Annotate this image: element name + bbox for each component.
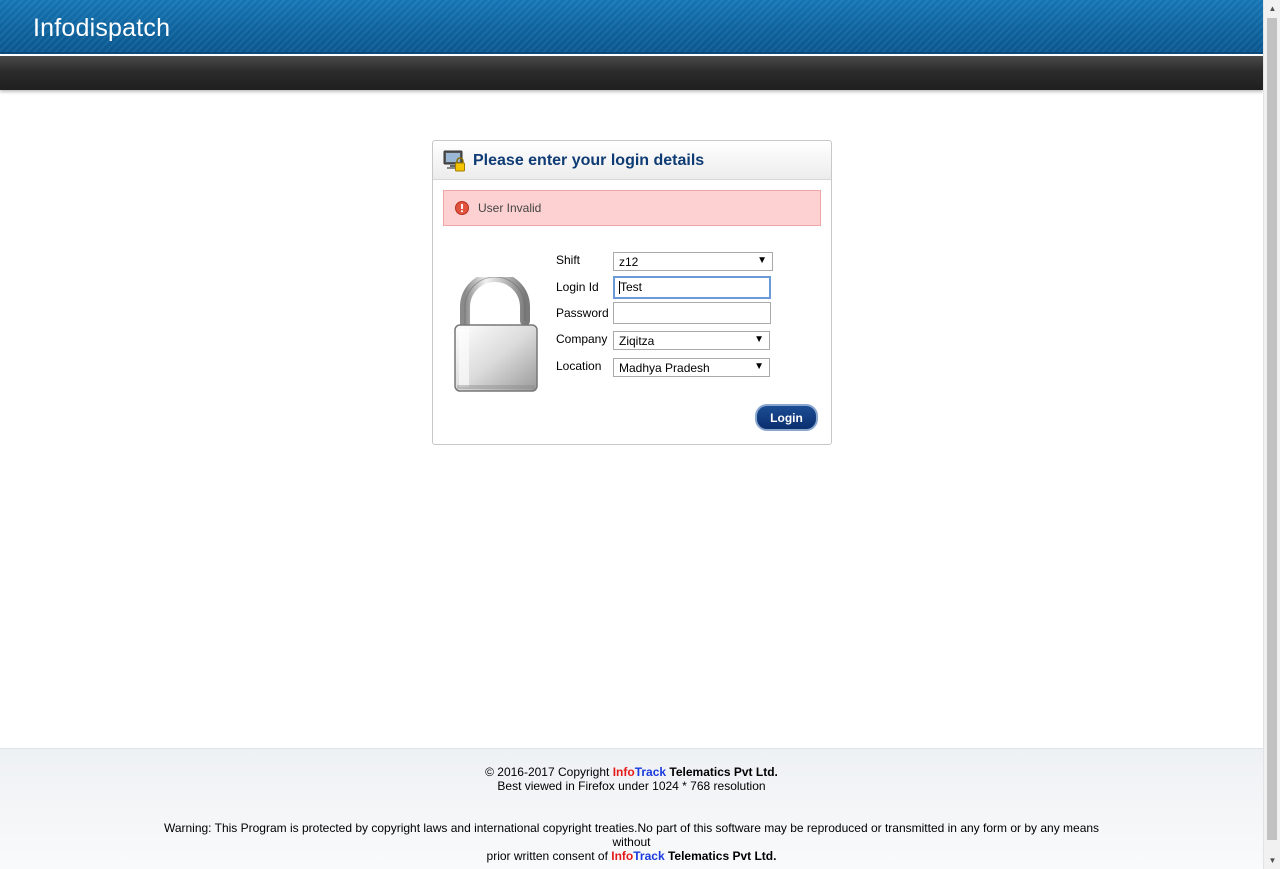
scroll-down-arrow-icon[interactable]: ▼ <box>1264 852 1280 869</box>
shift-value: z12 <box>619 255 639 269</box>
app-title: Infodispatch <box>33 14 171 42</box>
location-value: Madhya Pradesh <box>619 361 710 375</box>
company-value: Ziqitza <box>619 334 655 348</box>
login-id-value: Test <box>620 280 643 294</box>
app-header: Infodispatch <box>0 0 1263 54</box>
password-input[interactable] <box>613 302 771 324</box>
copyright-prefix: © 2016-2017 Copyright <box>485 765 610 779</box>
vertical-scrollbar[interactable]: ▲ ▼ <box>1263 0 1280 869</box>
monitor-lock-icon <box>443 150 465 172</box>
login-id-label: Login Id <box>556 280 599 294</box>
login-panel-header: Please enter your login details <box>433 141 831 180</box>
brand-info: Info <box>612 765 635 779</box>
company-label: Company <box>556 332 608 346</box>
error-alert: User Invalid <box>443 190 821 226</box>
best-viewed-note: Best viewed in Firefox under 1024 * 768 … <box>497 779 766 793</box>
brand-rest: Telematics Pvt Ltd. <box>669 765 778 779</box>
login-panel-title: Please enter your login details <box>473 152 705 169</box>
triangle-down-icon: ▼ <box>754 361 764 372</box>
shift-select[interactable]: z12 ▼ <box>613 252 773 271</box>
company-select[interactable]: Ziqitza ▼ <box>613 331 770 350</box>
page: Infodispatch Please enter your login det… <box>0 0 1263 869</box>
triangle-down-icon: ▼ <box>754 334 764 345</box>
consent-line: prior written consent of InfoTrack Telem… <box>0 849 1263 863</box>
shift-label: Shift <box>556 253 581 267</box>
location-label: Location <box>556 359 602 373</box>
password-label: Password <box>556 306 609 320</box>
login-panel: Please enter your login details User Inv… <box>432 140 832 445</box>
scrollbar-thumb[interactable] <box>1267 18 1277 840</box>
nav-bar <box>0 56 1263 90</box>
brand-rest: Telematics Pvt Ltd. <box>667 849 777 863</box>
brand-info: Info <box>611 849 634 863</box>
consent-prefix: prior written consent of <box>486 849 608 863</box>
brand-track: Track <box>633 849 665 863</box>
open-padlock-icon <box>454 277 538 392</box>
footer: © 2016-2017 Copyright InfoTrack Telemati… <box>0 748 1263 869</box>
brand-track: Track <box>634 765 667 779</box>
login-button[interactable]: Login <box>755 404 818 431</box>
text-caret <box>619 281 620 294</box>
location-select[interactable]: Madhya Pradesh ▼ <box>613 358 770 377</box>
copyright-line: © 2016-2017 Copyright InfoTrack Telemati… <box>0 765 1263 779</box>
exclamation-circle-icon <box>455 201 469 215</box>
login-id-input[interactable]: Test <box>613 276 771 299</box>
error-message: User Invalid <box>478 201 542 215</box>
warning-text: Warning: This Program is protected by co… <box>163 821 1100 849</box>
scroll-up-arrow-icon[interactable]: ▲ <box>1264 0 1280 17</box>
triangle-down-icon: ▼ <box>757 255 767 266</box>
